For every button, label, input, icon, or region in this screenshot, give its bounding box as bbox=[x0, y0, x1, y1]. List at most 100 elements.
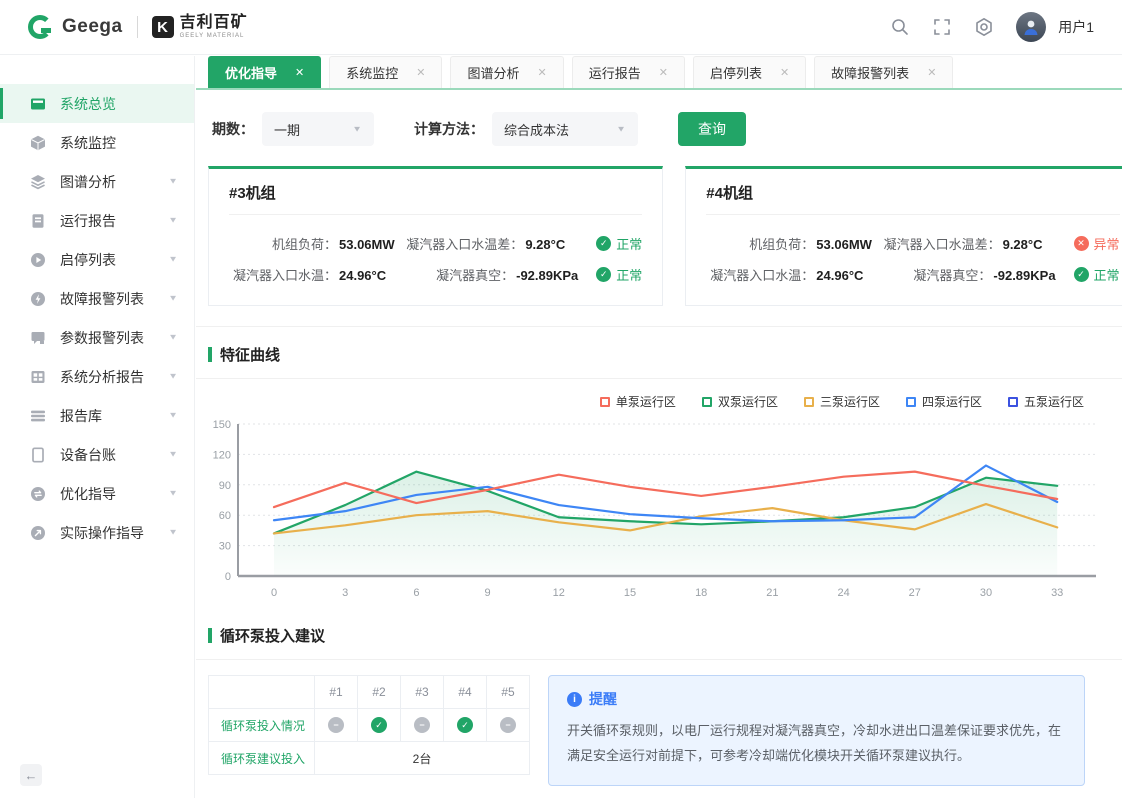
check-circle-icon: ✓ bbox=[371, 717, 387, 733]
svg-text:120: 120 bbox=[213, 449, 231, 461]
legend-label: 双泵运行区 bbox=[718, 393, 778, 410]
svg-text:150: 150 bbox=[213, 419, 231, 431]
sidebar-item-8[interactable]: 系统分析报告▼ bbox=[0, 357, 194, 396]
sidebar-item-10[interactable]: 设备台账▼ bbox=[0, 435, 194, 474]
layers-icon bbox=[30, 174, 46, 190]
pump-status-cell: ✓ bbox=[444, 709, 487, 742]
sidebar: 系统总览系统监控图谱分析▼运行报告▼启停列表▼故障报警列表▼参数报警列表▼系统分… bbox=[0, 56, 195, 798]
minus-circle-icon: − bbox=[500, 717, 516, 733]
sidebar-item-label: 优化指导 bbox=[60, 484, 168, 504]
sidebar-collapse-button[interactable]: ← bbox=[20, 764, 42, 786]
metric-label: 机组负荷： bbox=[706, 234, 814, 253]
sidebar-menu: 系统总览系统监控图谱分析▼运行报告▼启停列表▼故障报警列表▼参数报警列表▼系统分… bbox=[0, 84, 194, 552]
sidebar-item-7[interactable]: 参数报警列表▼ bbox=[0, 318, 194, 357]
query-button[interactable]: 查询 bbox=[678, 112, 746, 146]
top-header: Geega K 吉利百矿 GEELY MATERIAL 用户1 bbox=[0, 0, 1122, 55]
geega-logo: Geega bbox=[28, 15, 123, 39]
geely-material-logo: K 吉利百矿 GEELY MATERIAL bbox=[152, 15, 248, 39]
filter-bar: 期数： 一期 ▼ 计算方法： 综合成本法 ▼ 查询 bbox=[196, 90, 1122, 166]
close-icon[interactable]: ✕ bbox=[416, 66, 425, 79]
pump-col-header: #4 bbox=[444, 676, 487, 709]
legend-item-1[interactable]: 单泵运行区 bbox=[600, 393, 676, 410]
sidebar-item-6[interactable]: 故障报警列表▼ bbox=[0, 279, 194, 318]
sidebar-item-9[interactable]: 报告库▼ bbox=[0, 396, 194, 435]
metric-value: -92.89KPa bbox=[993, 268, 1055, 283]
sidebar-item-1[interactable]: 系统总览 bbox=[0, 84, 194, 123]
username[interactable]: 用户1 bbox=[1058, 17, 1094, 37]
metric-value: 24.96°C bbox=[816, 268, 863, 283]
tab-5[interactable]: 启停列表✕ bbox=[693, 56, 806, 88]
chevron-down-icon: ▼ bbox=[168, 372, 178, 381]
svg-text:33: 33 bbox=[1051, 587, 1063, 599]
tab-3[interactable]: 图谱分析✕ bbox=[450, 56, 563, 88]
sidebar-item-11[interactable]: 优化指导▼ bbox=[0, 474, 194, 513]
pump-status-cell: − bbox=[401, 709, 444, 742]
divider bbox=[196, 326, 1122, 327]
curve-section-title-text: 特征曲线 bbox=[220, 344, 280, 365]
chevron-down-icon: ▼ bbox=[168, 411, 178, 420]
check-circle-icon: ✓ bbox=[596, 236, 611, 251]
method-select[interactable]: 综合成本法 ▼ bbox=[492, 112, 638, 146]
sidebar-item-label: 系统分析报告 bbox=[60, 367, 168, 387]
close-icon[interactable]: ✕ bbox=[295, 66, 304, 79]
close-icon[interactable]: ✕ bbox=[659, 66, 668, 79]
check-circle-icon: ✓ bbox=[1074, 267, 1089, 282]
svg-text:30: 30 bbox=[219, 541, 231, 553]
legend-item-5[interactable]: 五泵运行区 bbox=[1008, 393, 1084, 410]
chevron-down-icon: ▼ bbox=[168, 528, 178, 537]
pump-table: #1#2#3#4#5循环泵投入情况−✓−✓−循环泵建议投入2台 bbox=[208, 675, 530, 775]
chevron-down-icon: ▼ bbox=[168, 177, 178, 186]
geega-logo-text: Geega bbox=[62, 16, 123, 38]
svg-text:3: 3 bbox=[342, 587, 348, 599]
search-icon[interactable] bbox=[890, 17, 910, 37]
period-select[interactable]: 一期 ▼ bbox=[262, 112, 374, 146]
legend-swatch-icon bbox=[906, 397, 916, 407]
legend-swatch-icon bbox=[804, 397, 814, 407]
svg-text:6: 6 bbox=[413, 587, 419, 599]
chevron-down-icon: ▼ bbox=[168, 450, 178, 459]
svg-text:90: 90 bbox=[219, 480, 231, 492]
period-select-value: 一期 bbox=[274, 120, 300, 139]
logo-divider bbox=[137, 16, 138, 38]
tab-4[interactable]: 运行报告✕ bbox=[572, 56, 685, 88]
status-text: 正常 bbox=[1094, 265, 1120, 284]
main-content: 优化指导✕系统监控✕图谱分析✕ 运行报告✕启停列表✕故障报警列表✕ 期数： 一期 … bbox=[196, 56, 1122, 798]
legend-item-4[interactable]: 四泵运行区 bbox=[906, 393, 982, 410]
sidebar-item-3[interactable]: 图谱分析▼ bbox=[0, 162, 194, 201]
sidebar-item-4[interactable]: 运行报告▼ bbox=[0, 201, 194, 240]
tab-2[interactable]: 系统监控✕ bbox=[329, 56, 442, 88]
chevron-down-icon: ▼ bbox=[168, 255, 178, 264]
gear-icon[interactable] bbox=[974, 17, 994, 37]
sidebar-item-5[interactable]: 启停列表▼ bbox=[0, 240, 194, 279]
pump-status-cell: ✓ bbox=[358, 709, 401, 742]
legend-item-3[interactable]: 三泵运行区 bbox=[804, 393, 880, 410]
geely-logo-cn: 吉利百矿 bbox=[180, 15, 248, 31]
status-text: 正常 bbox=[616, 234, 642, 253]
metric-label: 凝汽器入口水温： bbox=[229, 265, 337, 284]
tab-6[interactable]: 故障报警列表✕ bbox=[814, 56, 953, 88]
sidebar-item-label: 设备台账 bbox=[60, 445, 168, 465]
message-icon bbox=[30, 330, 46, 346]
svg-text:12: 12 bbox=[553, 587, 565, 599]
sidebar-item-2[interactable]: 系统监控 bbox=[0, 123, 194, 162]
metric-label: 凝汽器入口水温差： bbox=[873, 234, 1001, 253]
sidebar-item-label: 参数报警列表 bbox=[60, 328, 168, 348]
close-icon[interactable]: ✕ bbox=[537, 66, 546, 79]
bolt-icon bbox=[30, 291, 46, 307]
tab-1[interactable]: 优化指导✕ bbox=[208, 56, 321, 88]
metric-value: 9.28°C bbox=[1003, 237, 1043, 252]
close-icon[interactable]: ✕ bbox=[927, 66, 936, 79]
close-icon[interactable]: ✕ bbox=[780, 66, 789, 79]
avatar[interactable] bbox=[1016, 12, 1046, 42]
pump-col-header: #5 bbox=[487, 676, 530, 709]
dashboard-icon bbox=[30, 96, 46, 112]
fullscreen-icon[interactable] bbox=[932, 17, 952, 37]
sidebar-item-12[interactable]: 实际操作指导▼ bbox=[0, 513, 194, 552]
pump-status-row: 循环泵投入情况−✓−✓− bbox=[209, 709, 530, 742]
legend-label: 单泵运行区 bbox=[616, 393, 676, 410]
status-text: 正常 bbox=[616, 265, 642, 284]
chevron-down-icon: ▼ bbox=[168, 333, 178, 342]
legend-item-2[interactable]: 双泵运行区 bbox=[702, 393, 778, 410]
feature-curve-chart: 030609012015003691215182124273033 bbox=[196, 410, 1122, 611]
chevron-down-icon: ▼ bbox=[168, 216, 178, 225]
